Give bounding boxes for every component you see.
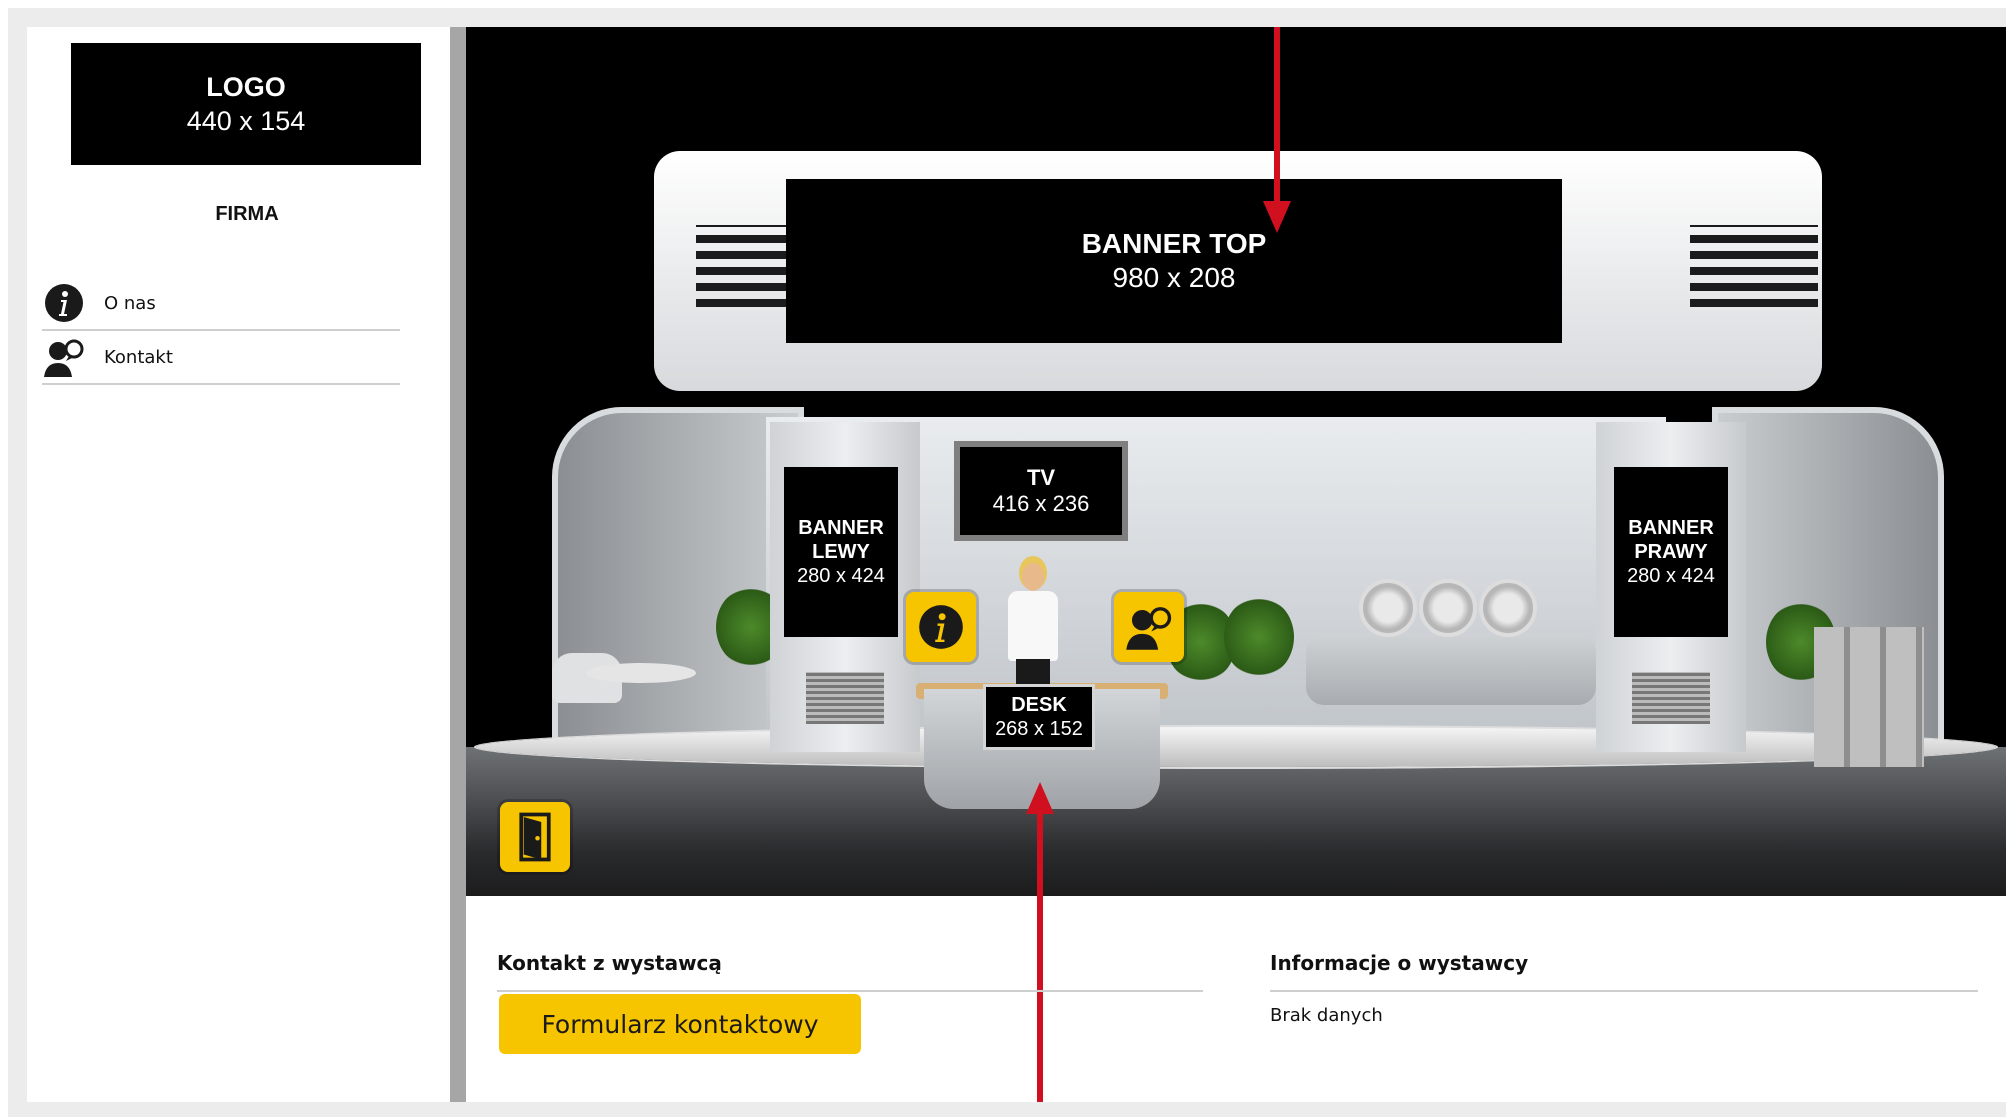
banner-right-size: 280 x 424 — [1627, 565, 1715, 587]
annotation-arrowhead-top — [1263, 201, 1291, 233]
company-name: FIRMA — [215, 203, 279, 225]
sidebar: LOGO 440 x 154 FIRMA O nas Kontakt — [27, 27, 450, 1102]
desk-title: DESK — [1011, 694, 1067, 716]
booth-platform — [476, 727, 1996, 767]
contact-section-rule — [497, 990, 1203, 992]
sidebar-item-label: Kontakt — [104, 346, 173, 368]
wall-speaker — [1479, 579, 1537, 637]
sidebar-item-label: O nas — [104, 292, 156, 314]
sidebar-item-contact[interactable]: Kontakt — [42, 331, 400, 385]
info-icon — [919, 605, 963, 649]
banner-left-placeholder[interactable]: BANNER LEWY 280 x 424 — [784, 467, 898, 637]
info-icon — [42, 281, 86, 325]
logo-placeholder: LOGO 440 x 154 — [71, 43, 421, 165]
banner-right-title-line1: BANNER — [1628, 517, 1714, 539]
door-exit-icon — [519, 812, 551, 862]
tv-placeholder[interactable]: TV 416 x 236 — [954, 441, 1128, 541]
canopy-vent — [1690, 225, 1818, 315]
booth-stage: BANNER TOP 980 x 208 BANNER LEWY 280 x 4… — [466, 27, 2006, 896]
pillar-grille — [1632, 672, 1710, 724]
wall-speaker — [1359, 579, 1417, 637]
contact-person-icon — [42, 335, 86, 379]
contact-section-heading: Kontakt z wystawcą — [497, 951, 722, 975]
brochure-rack — [1814, 627, 1924, 767]
annotation-arrow-top — [1274, 27, 1280, 203]
desk-placeholder[interactable]: DESK 268 x 152 — [983, 684, 1095, 750]
banner-right-placeholder[interactable]: BANNER PRAWY 280 x 424 — [1614, 467, 1728, 637]
wall-speaker — [1419, 579, 1477, 637]
pillar-grille — [806, 672, 884, 724]
logo-title: LOGO — [206, 72, 286, 102]
logo-size: 440 x 154 — [186, 106, 306, 136]
exhibitor-info-heading: Informacje o wystawcy — [1270, 951, 1529, 975]
tv-size: 416 x 236 — [992, 491, 1090, 516]
exhibitor-info-rule — [1270, 990, 1978, 992]
exhibitor-info-value: Brak danych — [1270, 1005, 1383, 1026]
booth-hostess — [1002, 563, 1064, 695]
banner-left-title-line2: LEWY — [812, 541, 870, 563]
booth-info-button[interactable] — [906, 592, 976, 662]
plant — [1224, 597, 1294, 677]
sidebar-divider — [450, 27, 466, 1102]
sidebar-item-about[interactable]: O nas — [42, 277, 400, 331]
booth-exit-button[interactable] — [500, 802, 570, 872]
banner-right-title-line2: PRAWY — [1634, 541, 1708, 563]
banner-top-title: BANNER TOP — [1081, 228, 1267, 259]
main-content: BANNER TOP 980 x 208 BANNER LEWY 280 x 4… — [466, 27, 2006, 1102]
lounge-table — [586, 663, 696, 683]
contact-person-icon — [1126, 607, 1172, 650]
lounge-sofa — [1306, 635, 1596, 705]
banner-left-title-line1: BANNER — [798, 517, 884, 539]
annotation-arrow-desk — [1037, 812, 1043, 1102]
booth-floor — [466, 747, 2006, 896]
annotation-arrowhead-desk — [1026, 782, 1054, 814]
banner-top-placeholder[interactable]: BANNER TOP 980 x 208 — [786, 179, 1562, 343]
banner-left-size: 280 x 424 — [797, 565, 885, 587]
banner-top-size: 980 x 208 — [1112, 262, 1236, 293]
contact-form-button[interactable]: Formularz kontaktowy — [499, 994, 861, 1054]
booth-contact-button[interactable] — [1114, 592, 1184, 662]
desk-size: 268 x 152 — [995, 718, 1083, 740]
tv-title: TV — [1026, 465, 1056, 490]
